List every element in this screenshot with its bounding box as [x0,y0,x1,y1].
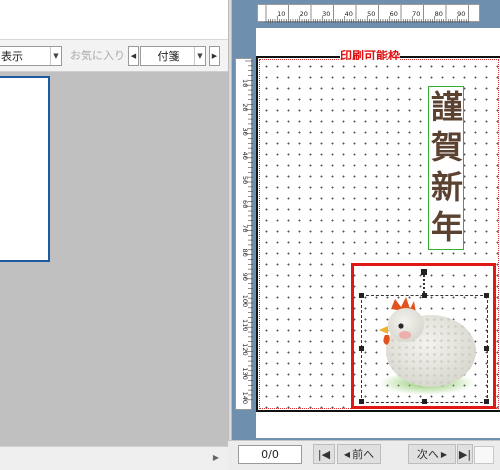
display-combo[interactable]: 表示 ▼ [0,46,62,66]
resize-handle-se[interactable] [484,399,489,404]
horizontal-ruler: 10 20 30 40 50 60 70 80 90 [257,4,480,23]
left-header-area [0,0,228,40]
ruler-tick-label: 20 [300,10,308,18]
ruler-tick-label: 90 [241,273,249,281]
ruler-tick-label: 40 [345,10,353,18]
display-combo-label: 表示 [1,50,23,63]
vertical-ruler-ticks: 10 20 30 40 50 60 70 80 90 100 110 120 130 140 [241,60,253,404]
ruler-tick-label: 70 [241,224,249,232]
chevron-down-icon[interactable]: ▼ [50,47,61,65]
greeting-char-4: 年 [430,208,463,246]
favorites-label: お気に入り [70,49,125,62]
ruler-tick-label: 30 [322,10,330,18]
ruler-tick-label: 80 [435,10,443,18]
rotate-handle-line [423,275,425,295]
ruler-tick-label: 110 [241,319,249,331]
ruler-tick-label: 40 [241,152,249,160]
first-page-icon[interactable]: |◀ [313,444,335,464]
ruler-tick-label: 50 [367,10,375,18]
page-scroll-thumb[interactable] [474,446,494,464]
resize-handle-w[interactable] [359,346,364,351]
chevron-down-icon[interactable]: ▼ [194,47,205,65]
greeting-text-box[interactable]: 謹 賀 新 年 [428,86,464,250]
ruler-tick-label: 100 [241,295,249,307]
ruler-tick-label: 90 [457,10,465,18]
ruler-tick-label: 120 [241,343,249,355]
sticky-note-combo[interactable]: 付箋 ▼ [140,46,206,66]
resize-handle-sw[interactable] [359,399,364,404]
sticky-note-combo-label: 付箋 [157,50,180,63]
next-page-button[interactable]: 次へ ▶ [408,444,456,464]
ruler-tick-label: 20 [241,103,249,111]
last-page-icon[interactable]: ▶| [457,444,473,464]
printable-area-label: 印刷可能枠 [340,50,401,60]
scroll-right-icon[interactable]: ▶ [209,450,223,464]
page-counter: 0/0 [238,445,302,464]
greeting-char-3: 新 [430,168,463,206]
rooster-illustration [379,297,476,395]
ruler-tick-label: 50 [241,176,249,184]
ruler-tick-label: 130 [241,367,249,379]
prev-page-button[interactable]: ◀ 前へ [337,444,381,464]
prev-page-label: 前へ [352,448,375,461]
resize-handle-n[interactable] [422,293,427,298]
chevron-left-icon: ◀ [343,449,351,459]
ruler-tick-label: 10 [241,79,249,87]
resize-handle-s[interactable] [422,399,427,404]
horizontal-ruler-ticks: 10 20 30 40 50 60 70 80 90 [265,5,469,23]
ruler-tick-label: 60 [390,10,398,18]
resize-handle-e[interactable] [484,346,489,351]
ruler-tick-label: 80 [241,248,249,256]
resize-handle-nw[interactable] [359,293,364,298]
resize-handle-ne[interactable] [484,293,489,298]
page-thumbnail[interactable] [0,76,50,262]
chevron-right-icon[interactable]: ▶ [209,46,220,66]
ruler-tick-label: 140 [241,392,249,404]
vertical-ruler: 10 20 30 40 50 60 70 80 90 100 110 120 130 140 [235,58,253,410]
greeting-char-2: 賀 [430,128,463,166]
ruler-tick-label: 30 [241,127,249,135]
ruler-tick-label: 60 [241,200,249,208]
left-horizontal-scrollbar[interactable] [0,446,228,470]
chevron-left-icon[interactable]: ◀ [128,46,139,66]
illustration-frame[interactable] [359,293,489,404]
next-page-label: 次へ [416,448,439,461]
greeting-char-1: 謹 [430,88,463,126]
ruler-tick-label: 10 [277,10,285,18]
chevron-right-icon: ▶ [440,449,448,459]
ruler-tick-label: 70 [412,10,420,18]
